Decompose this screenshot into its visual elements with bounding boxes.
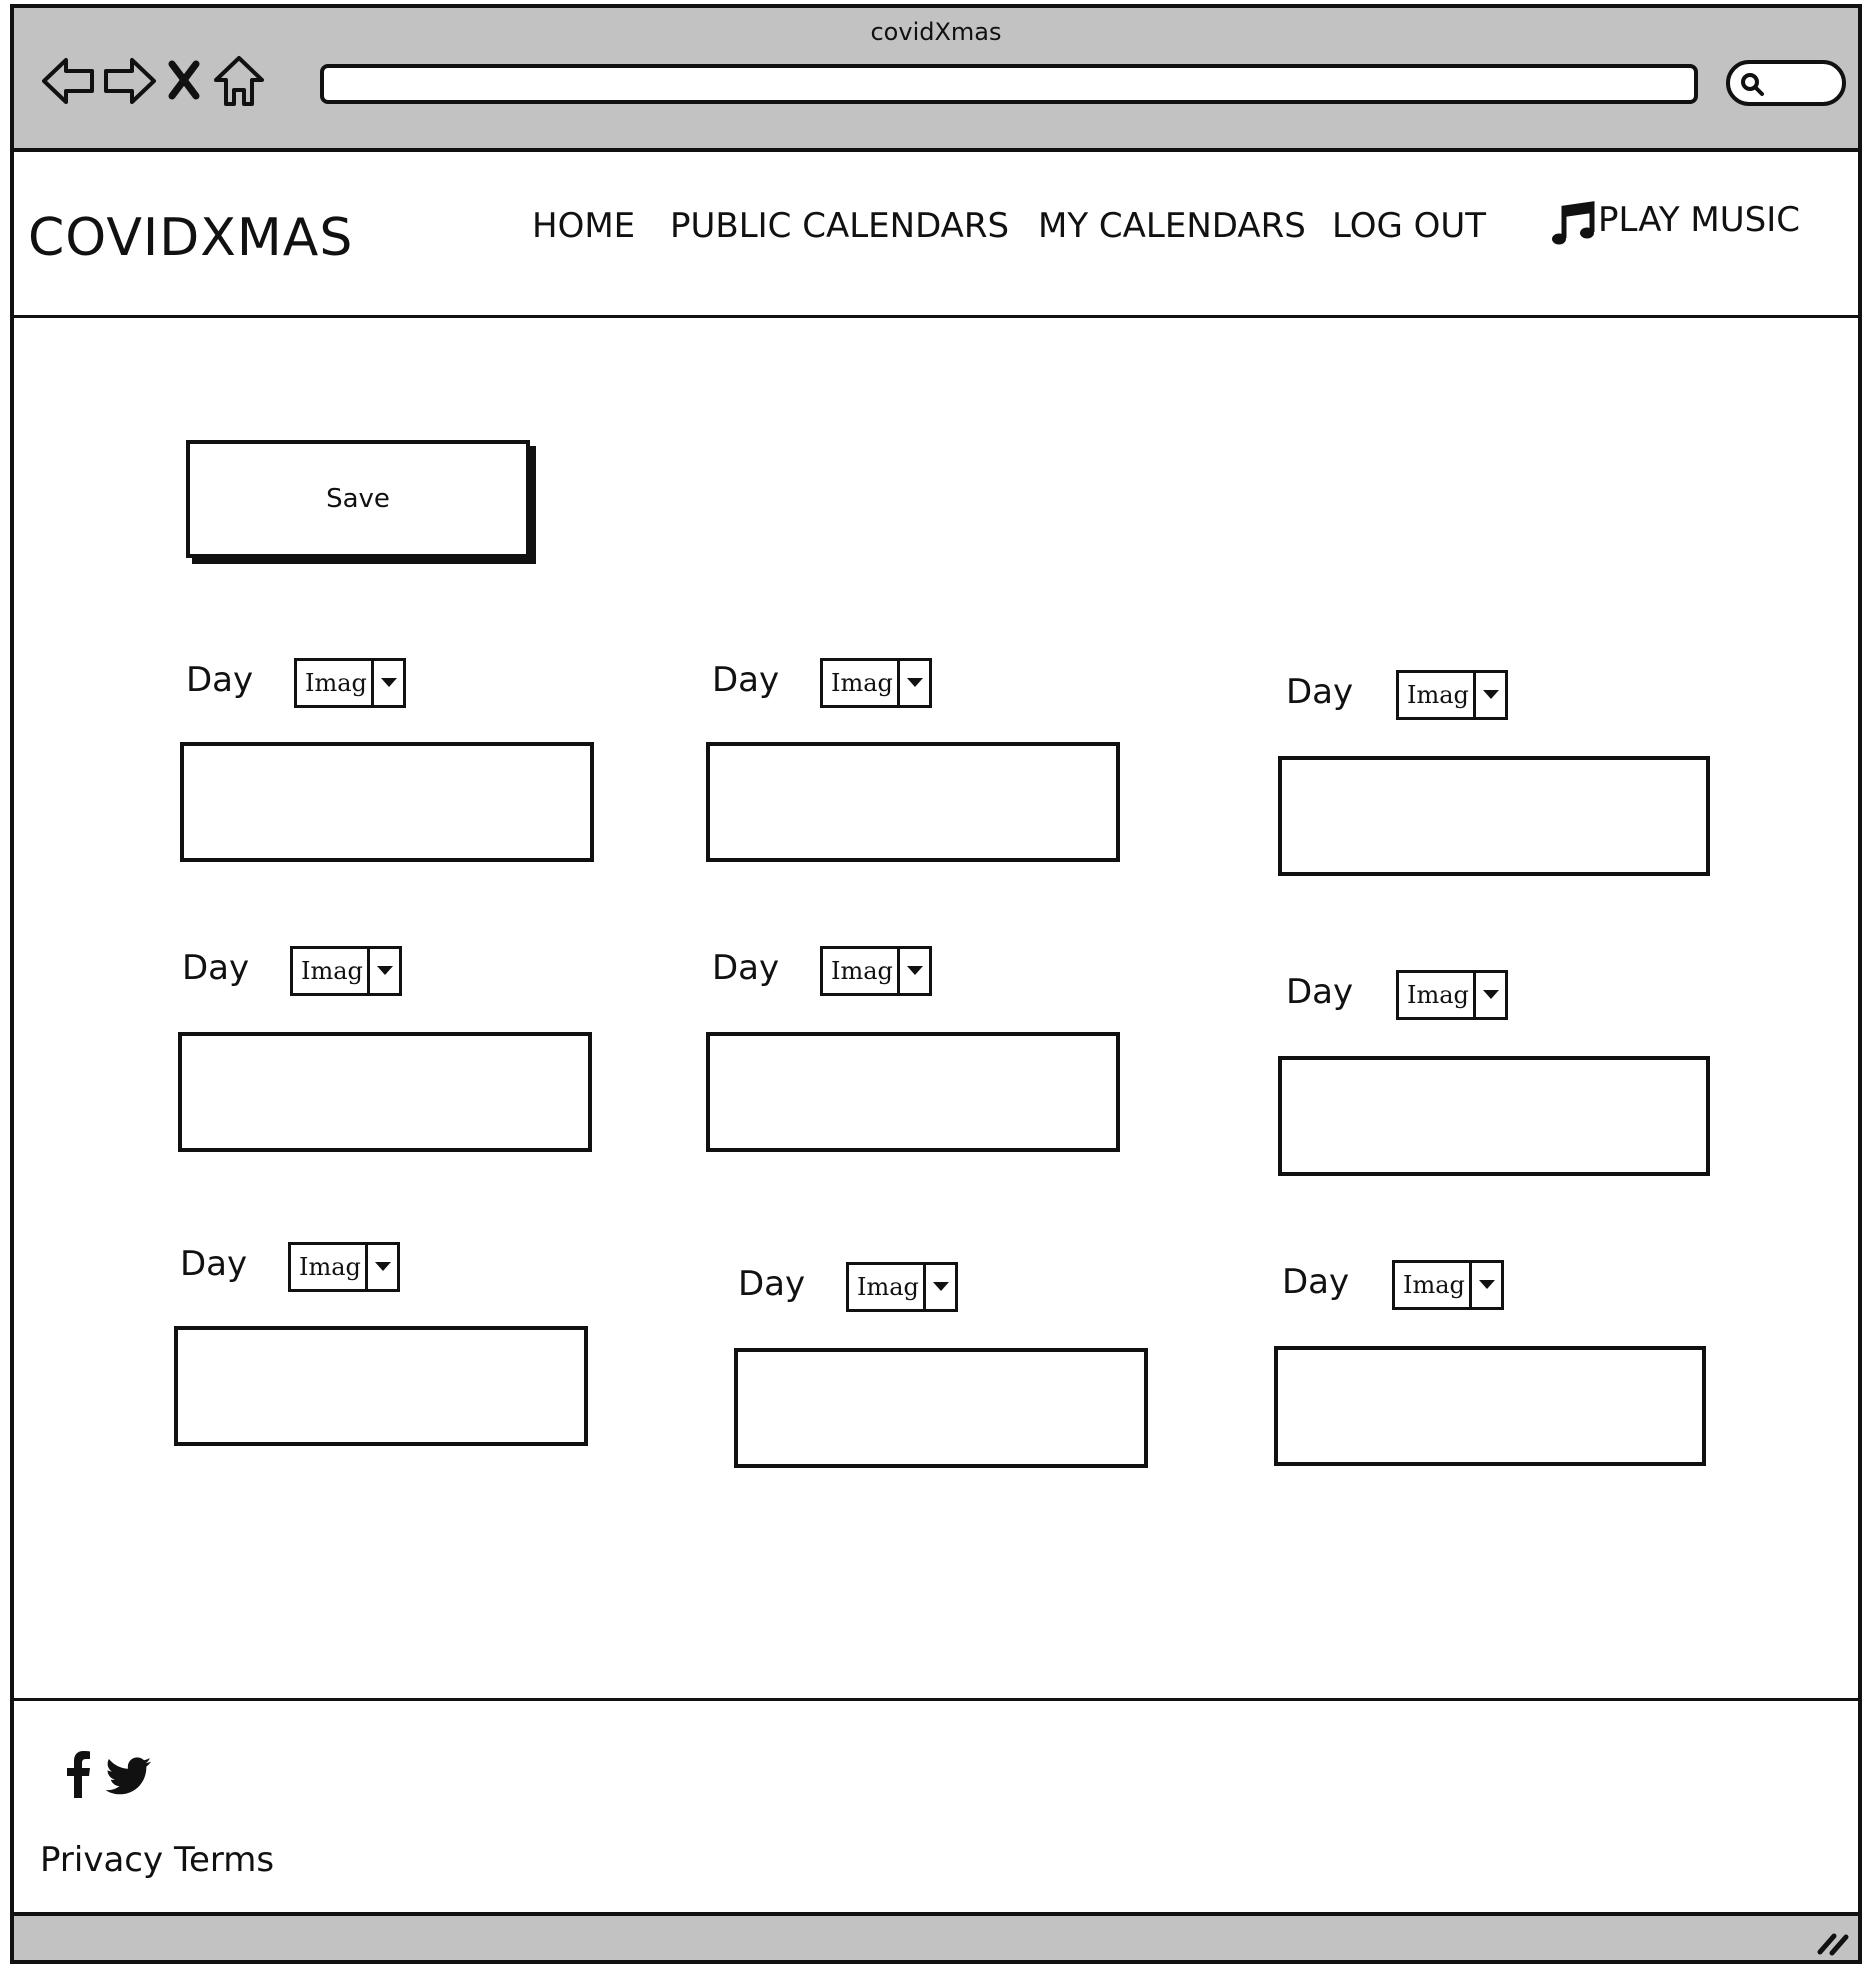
image-select-value: Imag <box>831 957 893 985</box>
image-select-value: Imag <box>1407 681 1469 709</box>
image-select[interactable]: Imag <box>820 658 932 708</box>
nav-log-out[interactable]: LOG OUT <box>1332 206 1486 246</box>
browser-search-field[interactable] <box>1726 60 1846 106</box>
nav-home[interactable]: HOME <box>532 206 635 246</box>
chevron-down-icon[interactable] <box>1473 973 1505 1017</box>
day-label: Day <box>182 948 250 988</box>
day-text-box[interactable] <box>706 1032 1120 1152</box>
chevron-down-icon[interactable] <box>923 1265 955 1309</box>
day-text-box[interactable] <box>178 1032 592 1152</box>
day-label: Day <box>1286 672 1354 712</box>
footer-divider <box>14 1698 1858 1701</box>
chevron-down-icon[interactable] <box>897 949 929 993</box>
image-select-value: Imag <box>857 1273 919 1301</box>
home-icon[interactable] <box>210 52 268 110</box>
day-label: Day <box>712 660 780 700</box>
stop-x-icon[interactable] <box>164 52 204 110</box>
terms-link[interactable]: Terms <box>174 1840 274 1880</box>
music-note-icon[interactable] <box>1550 200 1598 248</box>
day-label: Day <box>186 660 254 700</box>
image-select[interactable]: Imag <box>1396 970 1508 1020</box>
browser-statusbar <box>14 1912 1858 1960</box>
twitter-icon[interactable] <box>106 1752 152 1800</box>
save-button[interactable]: Save <box>186 440 530 558</box>
image-select[interactable]: Imag <box>290 946 402 996</box>
image-select[interactable]: Imag <box>846 1262 958 1312</box>
back-arrow-icon[interactable] <box>40 52 98 110</box>
nav-play-music[interactable]: PLAY MUSIC <box>1598 200 1800 240</box>
chevron-down-icon[interactable] <box>371 661 403 705</box>
image-select-value: Imag <box>299 1253 361 1281</box>
browser-titlebar: covidXmas <box>14 8 1858 152</box>
privacy-link[interactable]: Privacy <box>40 1840 163 1880</box>
day-label: Day <box>738 1264 806 1304</box>
chevron-down-icon[interactable] <box>1469 1263 1501 1307</box>
day-label: Day <box>1282 1262 1350 1302</box>
day-text-box[interactable] <box>734 1348 1148 1468</box>
day-text-box[interactable] <box>1274 1346 1706 1466</box>
image-select[interactable]: Imag <box>294 658 406 708</box>
day-text-box[interactable] <box>1278 1056 1710 1176</box>
image-select-value: Imag <box>1403 1271 1465 1299</box>
resize-grip-icon[interactable] <box>1816 1926 1850 1956</box>
day-text-box[interactable] <box>174 1326 588 1446</box>
forward-arrow-icon[interactable] <box>100 52 158 110</box>
image-select-value: Imag <box>301 957 363 985</box>
search-icon <box>1741 73 1764 96</box>
day-label: Day <box>712 948 780 988</box>
site-header: COVIDXMAS HOME PUBLIC CALENDARS MY CALEN… <box>14 152 1858 318</box>
nav-my-calendars[interactable]: MY CALENDARS <box>1038 206 1306 246</box>
address-bar[interactable] <box>320 64 1698 104</box>
nav-public-calendars[interactable]: PUBLIC CALENDARS <box>670 206 1009 246</box>
window-title: covidXmas <box>870 18 1002 46</box>
day-text-box[interactable] <box>1278 756 1710 876</box>
browser-window: covidXmas COVIDXMAS HOME PUBLIC CALENDAR… <box>10 4 1862 1964</box>
chevron-down-icon[interactable] <box>367 949 399 993</box>
image-select-value: Imag <box>1407 981 1469 1009</box>
chevron-down-icon[interactable] <box>365 1245 397 1289</box>
facebook-icon[interactable] <box>64 1750 92 1798</box>
chevron-down-icon[interactable] <box>897 661 929 705</box>
day-label: Day <box>180 1244 248 1284</box>
image-select[interactable]: Imag <box>820 946 932 996</box>
day-text-box[interactable] <box>180 742 594 862</box>
image-select[interactable]: Imag <box>1392 1260 1504 1310</box>
image-select-value: Imag <box>831 669 893 697</box>
site-logo[interactable]: COVIDXMAS <box>28 208 353 268</box>
chevron-down-icon[interactable] <box>1473 673 1505 717</box>
image-select-value: Imag <box>305 669 367 697</box>
day-label: Day <box>1286 972 1354 1012</box>
day-text-box[interactable] <box>706 742 1120 862</box>
image-select[interactable]: Imag <box>1396 670 1508 720</box>
image-select[interactable]: Imag <box>288 1242 400 1292</box>
